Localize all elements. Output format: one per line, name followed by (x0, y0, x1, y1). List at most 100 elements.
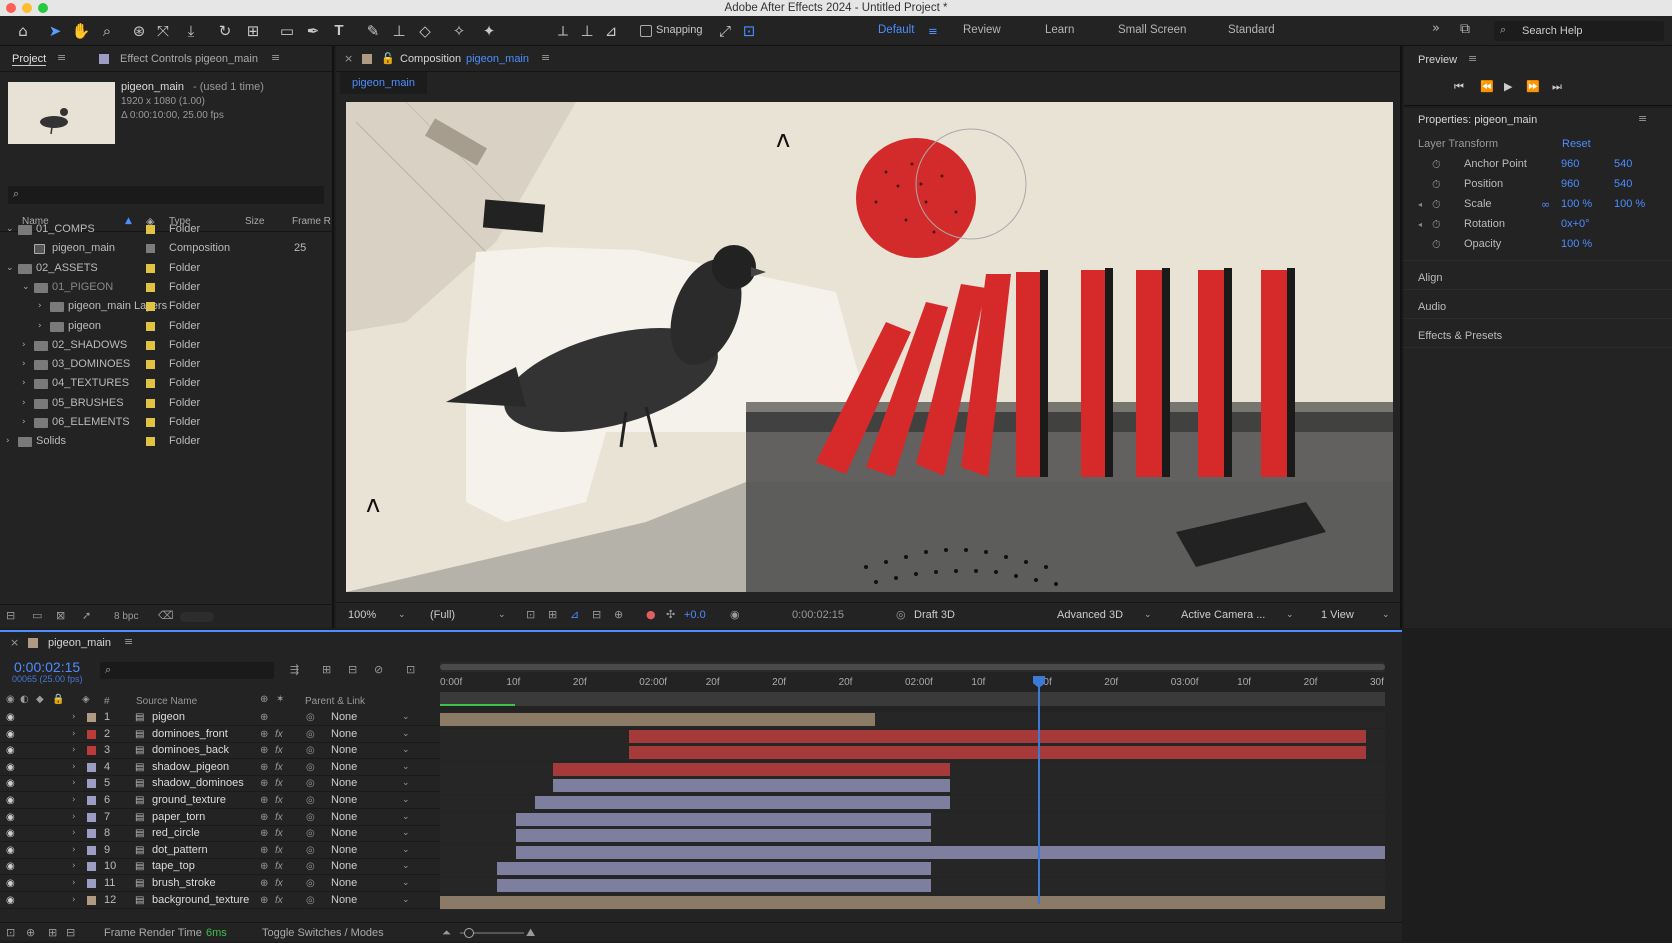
timeline-search-input[interactable]: ⌕ (100, 662, 274, 679)
draft-3d-icon[interactable]: ◎ (896, 608, 906, 621)
workspace-standard[interactable]: Standard (1228, 24, 1275, 36)
view-layout-select[interactable]: 1 View (1321, 606, 1354, 625)
layer-row[interactable]: ◉ › 9 ▤ dot_pattern ⊕ fx ◎ None ⌄ (0, 843, 440, 859)
label-swatch[interactable] (146, 321, 155, 331)
tab-effect-controls[interactable]: Effect Controls pigeon_main (120, 53, 258, 65)
disclosure-closed-icon[interactable]: › (22, 413, 26, 432)
audio-switch-icon[interactable]: ◐ (20, 694, 29, 705)
layer-row[interactable]: ◉ › 11 ▤ brush_stroke ⊕ fx ◎ None ⌄ (0, 876, 440, 892)
property-value-1[interactable]: 960 (1561, 175, 1579, 194)
graph-editor-icon[interactable]: ⊡ (406, 663, 415, 676)
resolution-select[interactable]: (Full) (430, 606, 455, 625)
layer-expand-icon[interactable]: › (72, 891, 76, 910)
layer-duration-bar[interactable] (629, 746, 1367, 760)
previous-frame-icon[interactable]: ⏪ (1480, 80, 1494, 93)
axis-local-icon[interactable]: ⟂ (552, 20, 574, 42)
layer-label-swatch[interactable] (87, 779, 96, 789)
label-swatch[interactable] (146, 263, 155, 273)
delete-icon[interactable]: ⌫ (158, 609, 174, 622)
shy-layers-icon[interactable]: ⊟ (348, 663, 357, 676)
search-help-field[interactable]: ⌕ Search Help (1494, 21, 1664, 41)
layer-row[interactable]: ◉ › 12 ▤ background_texture ⊕ fx ◎ None ⌄ (0, 893, 440, 909)
close-window-button[interactable] (6, 3, 16, 13)
renderer-select[interactable]: Advanced 3D (1057, 606, 1123, 625)
audio-section[interactable]: Audio (1418, 298, 1446, 317)
label-swatch[interactable] (146, 398, 155, 408)
label-swatch[interactable] (146, 418, 155, 427)
snapping-checkbox[interactable] (640, 25, 652, 37)
view-layout-chevron-icon[interactable]: ⌄ (1382, 606, 1390, 625)
effect-controls-menu-icon[interactable]: ≡ (271, 51, 280, 64)
label-swatch[interactable] (146, 360, 155, 370)
layer-row[interactable]: ◉ › 3 ▤ dominoes_back ⊕ fx ◎ None ⌄ (0, 743, 440, 760)
label-swatch[interactable] (146, 340, 155, 350)
layer-label-swatch[interactable] (87, 812, 96, 822)
label-swatch[interactable] (146, 302, 155, 312)
work-area-navigator[interactable] (440, 662, 1385, 672)
toggle-switches-modes[interactable]: Toggle Switches / Modes (262, 924, 384, 943)
timeline-menu-icon[interactable]: ≡ (124, 635, 133, 648)
layer-duration-bar[interactable] (496, 862, 932, 876)
layer-duration-bar[interactable] (440, 713, 875, 726)
comp-mini-flowchart-icon[interactable]: ⇶ (290, 663, 299, 676)
project-search-input[interactable]: ⌕ (8, 186, 324, 204)
project-item[interactable]: › pigeon_main Layers Folder (0, 297, 334, 316)
zoom-out-icon[interactable]: ⏶ (442, 926, 451, 940)
property-value-2[interactable]: 540 (1614, 155, 1632, 174)
first-frame-icon[interactable]: ⏮ (1454, 80, 1464, 94)
parent-select[interactable]: None (331, 891, 357, 910)
layer-label-swatch[interactable] (87, 862, 96, 872)
layer-label-swatch[interactable] (87, 729, 96, 739)
fast-previews-icon[interactable]: ⊡ (526, 608, 535, 621)
layer-row[interactable]: ◉ › 5 ▤ shadow_dominoes ⊕ fx ◎ None ⌄ (0, 776, 440, 793)
exposure-reset-icon[interactable]: ✣ (666, 608, 675, 621)
disclosure-open-icon[interactable]: ⌄ (22, 278, 30, 297)
clone-stamp-tool-icon[interactable]: ⊥ (388, 20, 410, 42)
zoom-in-icon[interactable]: ⛰ (526, 926, 535, 940)
disclosure-closed-icon[interactable]: › (22, 374, 26, 393)
disclosure-closed-icon[interactable]: › (22, 336, 26, 355)
color-management-icon[interactable]: ● (646, 608, 656, 621)
align-section[interactable]: Align (1418, 269, 1442, 288)
layer-duration-bar[interactable] (515, 845, 1385, 859)
label-swatch[interactable] (146, 244, 155, 254)
property-value-2[interactable]: 100 % (1614, 195, 1645, 214)
magnification-select[interactable]: 100% (348, 606, 376, 625)
selection-tool-icon[interactable]: ➤ (44, 20, 66, 42)
composition-viewer[interactable]: ᴧ ᴧ (346, 102, 1393, 592)
effects-presets-section[interactable]: Effects & Presets (1418, 327, 1502, 346)
shy-column-icon[interactable]: ⊕ (260, 694, 268, 705)
in-out-panes-icon[interactable]: ⊞ (48, 926, 57, 939)
last-frame-icon[interactable]: ⏭ (1552, 80, 1562, 94)
label-swatch[interactable] (146, 437, 155, 447)
stopwatch-icon[interactable]: ⏱ (1432, 195, 1441, 214)
subtab-pigeon-main[interactable]: pigeon_main (340, 72, 427, 94)
type-tool-icon[interactable]: T (328, 20, 350, 42)
video-switch-icon[interactable]: ◉ (6, 694, 15, 705)
layer-duration-bar[interactable] (534, 796, 951, 809)
layer-label-swatch[interactable] (87, 746, 96, 756)
disclosure-open-icon[interactable]: ⌄ (6, 220, 14, 239)
rotation-tool-icon[interactable]: ↻ (214, 20, 236, 42)
workspace-menu-icon[interactable]: ≡ (928, 24, 938, 38)
pan-tool-icon[interactable]: ⤧ (152, 20, 174, 42)
lock-icon[interactable]: 🔓 (381, 52, 395, 65)
layer-duration-bar[interactable] (515, 829, 932, 843)
layer-source-name[interactable]: background_texture (152, 891, 249, 910)
render-time-pane-icon[interactable]: ⊟ (66, 926, 75, 939)
fx-column-icon[interactable]: ✶ (276, 694, 284, 705)
magnification-chevron-icon[interactable]: ⌄ (398, 606, 406, 625)
mask-visibility-icon[interactable]: ⊿ (570, 608, 579, 621)
axis-world-icon[interactable]: ⊥ (576, 20, 598, 42)
timeline-tab[interactable]: pigeon_main (48, 637, 111, 649)
disclosure-closed-icon[interactable]: › (38, 297, 42, 316)
preview-menu-icon[interactable]: ≡ (1468, 52, 1477, 65)
visibility-eye-icon[interactable]: ◉ (6, 891, 15, 910)
zoom-tool-icon[interactable]: ⌕ (96, 20, 118, 42)
constrain-proportions-icon[interactable]: ∞ (1541, 195, 1550, 214)
layer-duration-bar[interactable] (629, 729, 1367, 743)
pan-behind-tool-icon[interactable]: ⊞ (242, 20, 264, 42)
layer-duration-bar[interactable] (553, 762, 951, 776)
workspace-learn[interactable]: Learn (1045, 24, 1074, 36)
disclosure-closed-icon[interactable]: › (6, 432, 10, 451)
